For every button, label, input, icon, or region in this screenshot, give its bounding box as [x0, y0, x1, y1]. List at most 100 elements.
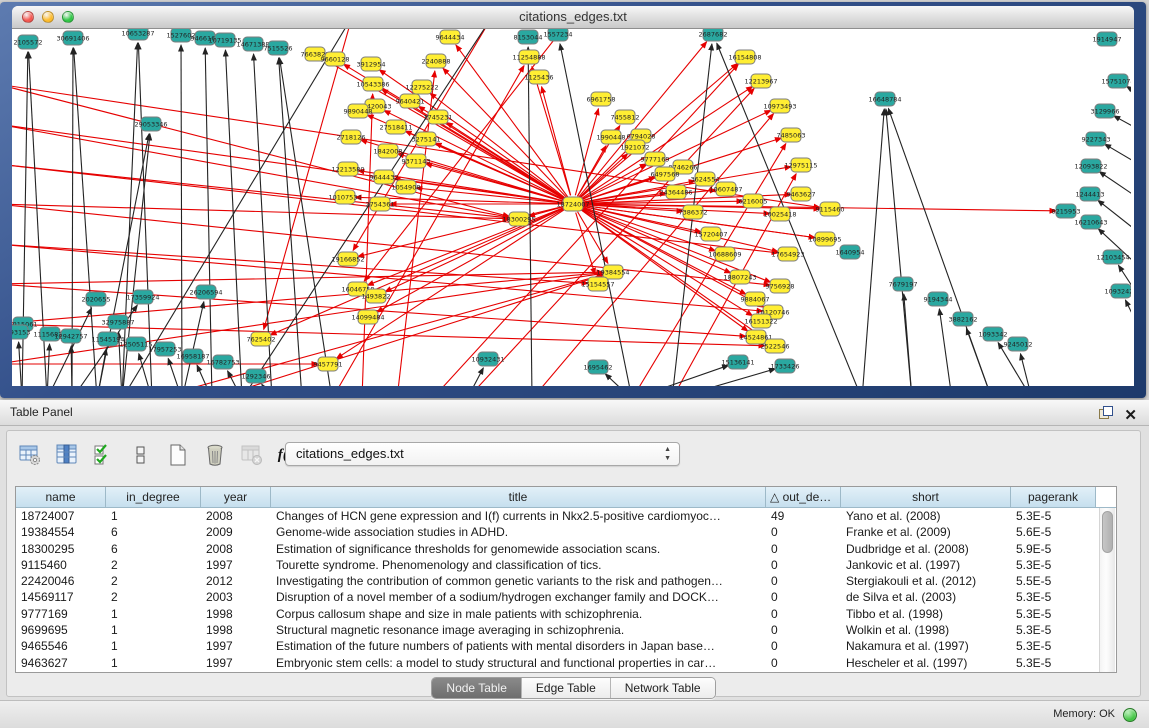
network-node[interactable]: 30691406 [56, 31, 89, 45]
tab-network-table[interactable]: Network Table [611, 678, 715, 698]
table-row[interactable]: 1872400712008Changes of HCN gene express… [16, 508, 1116, 524]
network-node[interactable]: 2718126 [337, 130, 366, 144]
network-node[interactable]: 8215953 [1052, 204, 1081, 218]
network-edge[interactable] [862, 109, 884, 386]
column-header-out_de[interactable]: △ out_de… [766, 487, 841, 507]
network-edge[interactable] [12, 204, 509, 219]
network-node[interactable]: 393153 [12, 325, 30, 339]
network-edge[interactable] [228, 371, 242, 386]
network-edge[interactable] [888, 108, 992, 386]
network-node[interactable]: 9227343 [1082, 132, 1111, 146]
table-row[interactable]: 946362711997Embryonic stem cells: a mode… [16, 655, 1116, 671]
memory-ok-indicator[interactable] [1123, 708, 1137, 722]
network-edge[interactable] [225, 50, 242, 386]
tab-node-table[interactable]: Node Table [432, 678, 522, 698]
column-header-year[interactable]: year [201, 487, 271, 507]
network-view-frame[interactable]: citations_edges.txt 18724007161548081221… [0, 2, 1146, 398]
network-edge[interactable] [1099, 172, 1131, 204]
table-row[interactable]: 1938455462009Genome-wide association stu… [16, 524, 1116, 540]
network-edge[interactable] [138, 43, 152, 386]
scrollbar-thumb[interactable] [1102, 511, 1113, 553]
network-node[interactable]: 10653287 [121, 29, 154, 40]
network-node[interactable]: 2240888 [422, 54, 451, 68]
network-edge[interactable] [97, 349, 106, 386]
network-node[interactable]: 8153044 [514, 30, 543, 44]
network-node[interactable]: 3882162 [949, 312, 978, 326]
network-node[interactable]: 11254888 [512, 50, 545, 64]
network-node[interactable]: 3624554 [691, 172, 720, 186]
delete-rows-icon[interactable] [202, 442, 228, 468]
table-row[interactable]: 1456911722003Disruption of a novel membe… [16, 589, 1116, 605]
toggle-rows-icon[interactable] [128, 442, 154, 468]
network-edge[interactable] [12, 204, 770, 285]
table-row[interactable]: 946554611997Estimation of the future num… [16, 638, 1116, 654]
network-node[interactable]: 10025418 [763, 207, 796, 221]
network-node[interactable]: 9644434 [436, 30, 465, 44]
float-panel-icon[interactable] [1099, 406, 1113, 419]
network-edge[interactable] [1020, 354, 1032, 386]
column-header-pagerank[interactable]: pagerank [1011, 487, 1096, 507]
network-node[interactable]: 12213967 [744, 74, 777, 88]
network-node[interactable]: 1244413 [1076, 187, 1105, 201]
new-table-icon[interactable] [165, 442, 191, 468]
network-node[interactable]: 9245012 [1004, 337, 1033, 351]
network-node[interactable]: 1640954 [836, 245, 865, 259]
network-node[interactable]: 1914947 [1093, 32, 1122, 46]
network-node[interactable]: 17359924 [126, 290, 159, 304]
network-node[interactable]: 6961758 [587, 92, 616, 106]
tab-edge-table[interactable]: Edge Table [522, 678, 611, 698]
network-node[interactable]: 1733426 [771, 359, 800, 373]
network-edge[interactable] [12, 244, 588, 283]
network-node[interactable]: 9115460 [816, 202, 845, 216]
network-node[interactable]: 14099484 [351, 310, 384, 324]
table-settings-icon[interactable] [17, 442, 43, 468]
network-edge[interactable] [47, 344, 50, 386]
network-node[interactable]: 10688609 [708, 247, 741, 261]
table-row[interactable]: 1830029562008Estimation of significance … [16, 541, 1116, 557]
network-edge[interactable] [264, 29, 352, 329]
column-header-short[interactable]: short [841, 487, 1011, 507]
network-node[interactable]: 9640421 [396, 94, 425, 108]
network-node[interactable]: 17654923 [771, 247, 804, 261]
network-node[interactable]: 1557234 [544, 29, 573, 41]
network-node[interactable]: 1093342 [979, 327, 1008, 341]
network-canvas[interactable]: 1872400716154808122139671097349374850631… [12, 29, 1134, 386]
network-node[interactable]: 9463627 [787, 187, 816, 201]
network-node[interactable]: 1695462 [584, 360, 613, 374]
table-row[interactable]: 911546021997Tourette syndrome. Phenomeno… [16, 557, 1116, 573]
network-node[interactable]: 7485063 [777, 128, 806, 142]
select-rows-icon[interactable] [91, 442, 117, 468]
network-edge[interactable] [443, 68, 567, 197]
network-edge[interactable] [1105, 144, 1131, 169]
network-node[interactable]: 15751074 [1101, 74, 1131, 88]
network-edge[interactable] [1114, 116, 1131, 134]
network-node[interactable]: 2105572 [14, 35, 43, 49]
network-edge[interactable] [205, 48, 212, 386]
network-node[interactable]: 12975115 [784, 158, 817, 172]
window-titlebar[interactable]: citations_edges.txt [12, 6, 1134, 29]
network-node[interactable]: 3912954 [357, 57, 386, 71]
show-column-icon[interactable] [54, 442, 80, 468]
network-edge[interactable] [181, 45, 182, 386]
network-edge[interactable] [122, 29, 352, 386]
network-node[interactable]: 26206594 [189, 285, 222, 299]
network-node[interactable]: 12093822 [1074, 159, 1107, 173]
network-node[interactable]: 15136141 [721, 355, 754, 369]
network-node[interactable]: 9777169 [641, 152, 670, 166]
network-node[interactable]: 10932427 [1104, 284, 1131, 298]
network-node[interactable]: 29053346 [134, 117, 167, 131]
network-node[interactable]: 2687682 [699, 29, 728, 41]
network-node[interactable]: 16154808 [728, 50, 761, 64]
network-node[interactable]: 16648784 [868, 92, 901, 106]
network-node[interactable]: 3129966 [1091, 104, 1120, 118]
network-node[interactable]: 9756928 [766, 279, 795, 293]
vertical-scrollbar[interactable] [1099, 508, 1115, 672]
network-edge[interactable] [904, 294, 912, 386]
table-row[interactable]: 977716911998Corpus callosum shape and si… [16, 606, 1116, 622]
network-node[interactable]: 7679197 [889, 277, 918, 291]
network-edge[interactable] [542, 87, 571, 196]
network-edge[interactable] [168, 358, 182, 386]
network-node[interactable]: 16210643 [1074, 215, 1107, 229]
network-edge[interactable] [280, 58, 332, 386]
network-node[interactable]: 1990448 [597, 130, 626, 144]
